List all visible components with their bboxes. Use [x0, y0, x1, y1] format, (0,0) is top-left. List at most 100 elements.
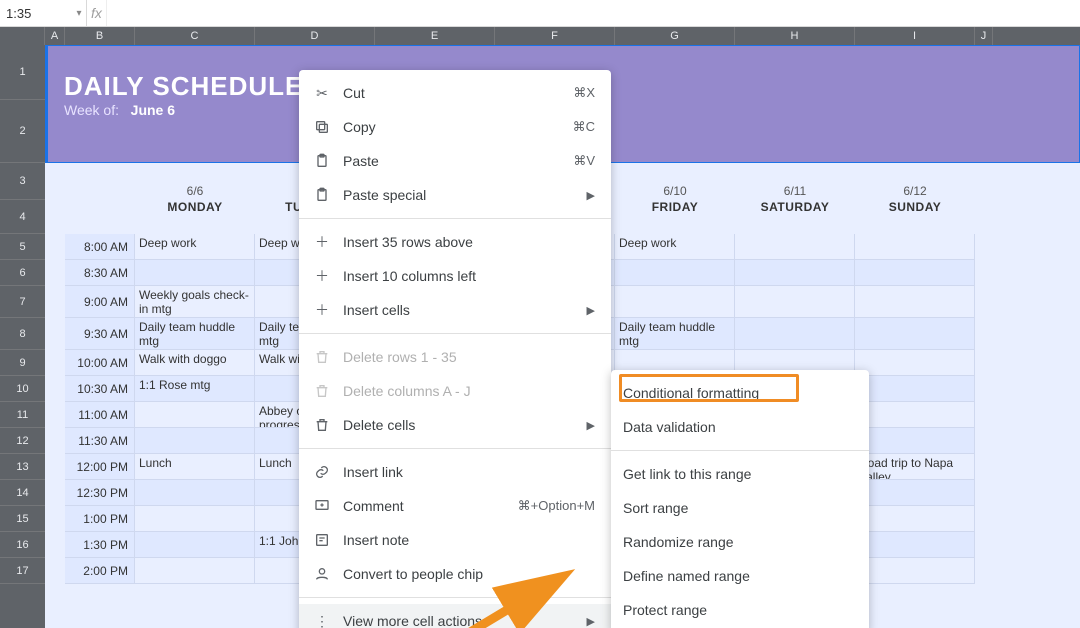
schedule-cell[interactable]: Deep work — [135, 234, 255, 260]
row-header[interactable]: 17 — [0, 558, 45, 584]
submenu-data-validation[interactable]: Data validation — [611, 410, 869, 444]
time-cell[interactable]: 9:30 AM — [65, 318, 135, 350]
time-cell[interactable]: 8:00 AM — [65, 234, 135, 260]
time-cell[interactable]: 12:30 PM — [65, 480, 135, 506]
row-header[interactable]: 12 — [0, 428, 45, 454]
time-cell[interactable]: 11:00 AM — [65, 402, 135, 428]
menu-insert-cells[interactable]: ＋ Insert cells ▶ — [299, 293, 611, 327]
time-cell[interactable]: 8:30 AM — [65, 260, 135, 286]
schedule-cell[interactable] — [615, 260, 735, 286]
menu-insert-cols[interactable]: ＋ Insert 10 columns left — [299, 259, 611, 293]
submenu-get-link[interactable]: Get link to this range — [611, 457, 869, 491]
schedule-cell[interactable] — [735, 286, 855, 318]
menu-insert-link[interactable]: Insert link — [299, 455, 611, 489]
time-cell[interactable]: 2:00 PM — [65, 558, 135, 584]
schedule-cell[interactable] — [135, 260, 255, 286]
schedule-cell[interactable] — [855, 428, 975, 454]
schedule-cell[interactable] — [855, 286, 975, 318]
col-header-g[interactable]: G — [615, 27, 735, 45]
submenu-named-range[interactable]: Define named range — [611, 559, 869, 593]
row-header[interactable]: 8 — [0, 318, 45, 350]
schedule-cell[interactable] — [615, 286, 735, 318]
submenu-sort-range[interactable]: Sort range — [611, 491, 869, 525]
schedule-cell[interactable] — [855, 350, 975, 376]
time-cell[interactable]: 11:30 AM — [65, 428, 135, 454]
col-header-i[interactable]: I — [855, 27, 975, 45]
schedule-cell[interactable]: Walk with doggo — [135, 350, 255, 376]
schedule-cell[interactable] — [735, 318, 855, 350]
row-header[interactable]: 2 — [0, 100, 45, 163]
time-cell[interactable]: 10:30 AM — [65, 376, 135, 402]
row-header[interactable]: 15 — [0, 506, 45, 532]
name-box-dropdown-icon[interactable]: ▾ — [72, 8, 86, 19]
menu-copy[interactable]: Copy ⌘C — [299, 110, 611, 144]
row-header[interactable]: 5 — [0, 234, 45, 260]
schedule-cell[interactable] — [855, 506, 975, 532]
row-header[interactable]: 14 — [0, 480, 45, 506]
menu-paste-special[interactable]: Paste special ▶ — [299, 178, 611, 212]
schedule-cell[interactable] — [135, 532, 255, 558]
menu-insert-note[interactable]: Insert note — [299, 523, 611, 557]
schedule-cell[interactable] — [135, 428, 255, 454]
schedule-cell[interactable] — [855, 558, 975, 584]
menu-view-more[interactable]: ⋮ View more cell actions ▶ — [299, 604, 611, 628]
schedule-cell[interactable] — [135, 402, 255, 428]
col-header-j[interactable]: J — [975, 27, 993, 45]
schedule-cell[interactable] — [735, 260, 855, 286]
schedule-cell[interactable]: Deep work — [615, 234, 735, 260]
schedule-cell[interactable]: 1:1 Rose mtg — [135, 376, 255, 402]
row-header[interactable]: 3 — [0, 163, 45, 200]
col-header-e[interactable]: E — [375, 27, 495, 45]
submenu-randomize-range[interactable]: Randomize range — [611, 525, 869, 559]
row-header[interactable]: 13 — [0, 454, 45, 480]
schedule-cell[interactable] — [855, 260, 975, 286]
schedule-cell[interactable] — [855, 376, 975, 402]
menu-people-chip[interactable]: Convert to people chip — [299, 557, 611, 591]
select-all-corner[interactable] — [0, 27, 45, 45]
col-header-b[interactable]: B — [65, 27, 135, 45]
schedule-cell[interactable]: Road trip to Napa Valley — [855, 454, 975, 480]
row-header[interactable]: 4 — [0, 200, 45, 234]
menu-delete-cols[interactable]: Delete columns A - J — [299, 374, 611, 408]
menu-comment[interactable]: Comment ⌘+Option+M — [299, 489, 611, 523]
row-header[interactable]: 1 — [0, 45, 45, 100]
schedule-cell[interactable] — [735, 234, 855, 260]
time-cell[interactable]: 9:00 AM — [65, 286, 135, 318]
time-cell[interactable]: 12:00 PM — [65, 454, 135, 480]
schedule-cell[interactable] — [855, 402, 975, 428]
menu-insert-rows[interactable]: ＋ Insert 35 rows above — [299, 225, 611, 259]
time-cell[interactable]: 1:00 PM — [65, 506, 135, 532]
row-header[interactable]: 11 — [0, 402, 45, 428]
menu-paste[interactable]: Paste ⌘V — [299, 144, 611, 178]
col-header-h[interactable]: H — [735, 27, 855, 45]
schedule-cell[interactable] — [855, 318, 975, 350]
schedule-cell[interactable]: Daily team huddle mtg — [135, 318, 255, 350]
time-cell[interactable]: 1:30 PM — [65, 532, 135, 558]
formula-input[interactable] — [106, 0, 1080, 26]
schedule-cell[interactable]: Lunch — [135, 454, 255, 480]
submenu-protect-range[interactable]: Protect range — [611, 593, 869, 627]
submenu-conditional-formatting[interactable]: Conditional formatting — [611, 376, 869, 410]
row-header[interactable]: 10 — [0, 376, 45, 402]
schedule-cell[interactable] — [135, 558, 255, 584]
name-box[interactable]: 1:35 — [0, 6, 72, 21]
menu-cut[interactable]: ✂ Cut ⌘X — [299, 76, 611, 110]
sheet-area[interactable]: DAILY SCHEDULE Week of: June 6 6/6MONDAY… — [45, 45, 1080, 628]
col-header-f[interactable]: F — [495, 27, 615, 45]
col-header-c[interactable]: C — [135, 27, 255, 45]
schedule-cell[interactable] — [135, 506, 255, 532]
schedule-cell[interactable] — [855, 234, 975, 260]
time-cell[interactable]: 10:00 AM — [65, 350, 135, 376]
menu-delete-rows[interactable]: Delete rows 1 - 35 — [299, 340, 611, 374]
schedule-cell[interactable]: Weekly goals check-in mtg — [135, 286, 255, 318]
col-header-d[interactable]: D — [255, 27, 375, 45]
row-header[interactable]: 16 — [0, 532, 45, 558]
schedule-cell[interactable] — [855, 532, 975, 558]
schedule-cell[interactable] — [855, 480, 975, 506]
row-header[interactable]: 7 — [0, 286, 45, 318]
row-header[interactable]: 6 — [0, 260, 45, 286]
schedule-cell[interactable] — [135, 480, 255, 506]
col-header-a[interactable]: A — [45, 27, 65, 45]
menu-delete-cells[interactable]: Delete cells ▶ — [299, 408, 611, 442]
schedule-cell[interactable]: Daily team huddle mtg — [615, 318, 735, 350]
